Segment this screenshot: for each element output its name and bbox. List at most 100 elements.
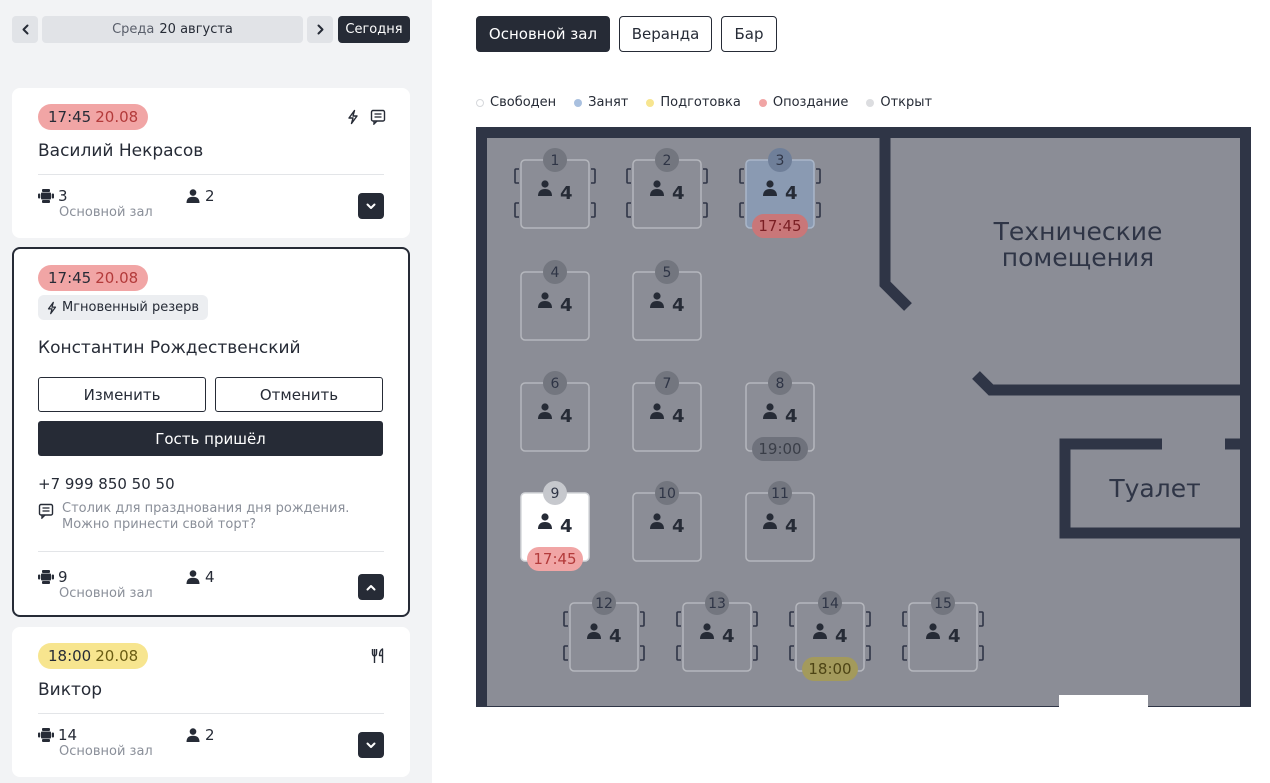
floor-plan: Технические помещения Туалет 14243417:45…	[476, 127, 1251, 707]
chevron-up-icon	[366, 584, 376, 590]
table-time-text: 17:45	[533, 550, 576, 568]
guest-count-value: 4	[205, 568, 215, 586]
date-label: 20 августа	[159, 22, 233, 37]
tab-veranda[interactable]: Веранда	[619, 16, 712, 52]
status-badge: 17:45 20.08	[38, 265, 149, 291]
table-seats: 4	[785, 406, 798, 427]
table-seats: 4	[560, 516, 573, 537]
divider	[38, 551, 384, 552]
chevron-down-icon	[366, 203, 376, 209]
legend-item-free: Свободен	[476, 95, 556, 110]
expand-button[interactable]	[358, 193, 384, 219]
table-number-text: 1	[551, 153, 560, 169]
legend-label: Открыт	[880, 95, 933, 110]
table-seats: 4	[560, 183, 573, 204]
reservation-card[interactable]: 18:00 20.08 Виктор 14 Основной зал 2	[12, 627, 410, 777]
table-number: 14	[38, 726, 77, 744]
table-number-text: 7	[663, 376, 672, 392]
table-seats: 4	[560, 295, 573, 316]
table-number-text: 12	[595, 596, 613, 612]
table-2[interactable]: 24	[626, 148, 708, 229]
guest-arrived-button[interactable]: Гость пришёл	[38, 421, 383, 456]
guest-name: Василий Некрасов	[38, 141, 204, 161]
table-number-text: 3	[776, 153, 785, 169]
table-number-text: 5	[663, 265, 672, 281]
hall-name: Основной зал	[59, 205, 153, 220]
table-number: 9	[38, 568, 68, 586]
guest-count-value: 2	[205, 726, 215, 744]
person-icon	[816, 623, 824, 631]
table-9[interactable]: 94 17:45	[520, 481, 590, 571]
chevron-down-icon	[366, 742, 376, 748]
legend-dot	[866, 98, 875, 107]
table-13[interactable]: 13 4	[676, 591, 758, 672]
table-14[interactable]: 14 4 18:00	[789, 591, 871, 681]
legend-dot	[476, 98, 484, 107]
table-4[interactable]: 44	[520, 260, 590, 341]
table-seats: 4	[948, 626, 961, 647]
person-icon	[653, 403, 661, 411]
table-number-text: 6	[551, 376, 560, 392]
expand-button[interactable]	[358, 732, 384, 758]
person-icon	[653, 513, 661, 521]
table-6[interactable]: 64	[520, 371, 590, 452]
table-seats: 4	[672, 406, 685, 427]
comment-text: Столик для празднования дня рождения. Мо…	[62, 501, 350, 532]
legend-item-late: Опоздание	[758, 95, 848, 110]
guest-count-value: 2	[205, 187, 215, 205]
person-icon	[590, 623, 598, 631]
table-1[interactable]: 14	[514, 148, 596, 229]
person-icon	[766, 513, 774, 521]
person-icon	[929, 623, 937, 631]
table-number-text: 2	[663, 153, 672, 169]
table-number-value: 9	[58, 568, 68, 586]
table-7[interactable]: 74	[632, 371, 702, 452]
fork-knife-icon	[371, 648, 384, 663]
table-number: 3	[38, 187, 68, 205]
table-seats: 4	[785, 516, 798, 537]
person-icon	[541, 180, 549, 188]
reservation-time: 17:45	[48, 269, 92, 287]
comment-icon	[38, 503, 54, 519]
table-11[interactable]: 11 4	[745, 481, 815, 562]
person-icon	[541, 513, 549, 521]
cancel-button[interactable]: Отменить	[215, 377, 383, 412]
collapse-button[interactable]	[358, 574, 384, 600]
comment-icon	[370, 109, 386, 125]
guest-count: 2	[186, 187, 215, 205]
legend-dot	[574, 98, 583, 107]
date-navigator: Среда 20 августа Сегодня	[12, 16, 410, 43]
table-15[interactable]: 15 4	[902, 591, 984, 672]
reservation-card-active[interactable]: 17:45 20.08 Мгновенный резерв Константин…	[12, 247, 410, 617]
table-10[interactable]: 10 4	[632, 481, 702, 562]
edit-button[interactable]: Изменить	[38, 377, 206, 412]
tab-main-hall[interactable]: Основной зал	[476, 16, 610, 52]
table-5[interactable]: 54	[632, 260, 702, 341]
lightning-icon	[47, 301, 57, 314]
tab-bar[interactable]: Бар	[721, 16, 777, 52]
reservation-comment: Столик для празднования дня рождения. Мо…	[38, 501, 352, 533]
person-icon	[186, 728, 200, 742]
next-day-button[interactable]	[307, 16, 333, 43]
prev-day-button[interactable]	[12, 16, 38, 43]
today-button[interactable]: Сегодня	[338, 16, 410, 43]
phone-number[interactable]: +7 999 850 50 50	[38, 475, 175, 493]
person-icon	[186, 189, 200, 203]
person-icon	[653, 180, 661, 188]
table-8[interactable]: 84 19:00	[745, 371, 815, 461]
current-date[interactable]: Среда 20 августа	[42, 16, 303, 43]
table-12[interactable]: 12 4	[563, 591, 645, 672]
table-3[interactable]: 34 17:45	[739, 148, 821, 238]
divider	[38, 713, 384, 714]
person-icon	[703, 623, 711, 631]
guest-count: 2	[186, 726, 215, 744]
legend-item-occupied: Занят	[574, 95, 628, 110]
legend-dot	[646, 98, 655, 107]
reservation-time: 18:00	[48, 647, 92, 665]
hall-name: Основной зал	[59, 744, 153, 759]
table-number-text: 13	[708, 596, 726, 612]
person-icon	[186, 570, 200, 584]
legend-label: Подготовка	[660, 95, 741, 110]
reservation-card[interactable]: 17:45 20.08 Василий Некрасов 3 Основной …	[12, 88, 410, 238]
table-number-text: 8	[776, 376, 785, 392]
